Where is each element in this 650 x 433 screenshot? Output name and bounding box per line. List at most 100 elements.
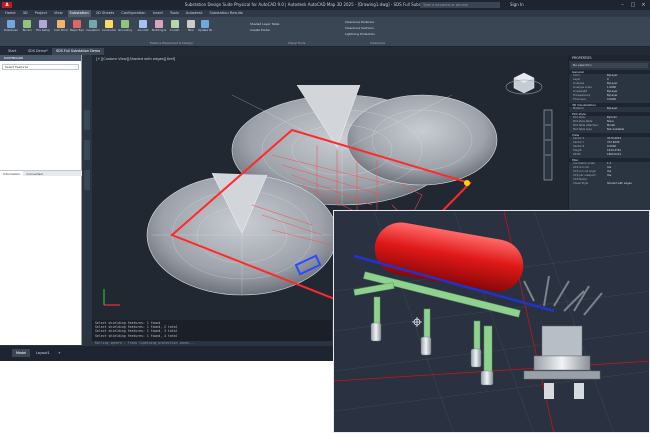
ribbon-button-icon (171, 20, 179, 28)
app-logo-icon[interactable]: A (2, 2, 12, 8)
ribbon-button-label: Conduit (137, 29, 149, 32)
ribbon-button[interactable]: Building & Security (152, 20, 166, 38)
ribbon-button[interactable]: Conduit (136, 20, 150, 38)
ribbon-button[interactable]: Update Model (198, 20, 212, 38)
ribbon-tab[interactable]: Project (33, 10, 49, 17)
selection-dropdown[interactable]: No selection (571, 63, 648, 68)
shaded-layer-table-button[interactable]: Shaded Layer Table (250, 22, 279, 26)
ribbon-button-icon (57, 20, 65, 28)
ribbon-tab[interactable]: Insert (151, 10, 165, 17)
dashboard-tabs: Information Connected (0, 170, 82, 176)
command-history-line: Select shielding features: 1 found, 4 to… (95, 333, 178, 338)
detail-3d-view (333, 210, 650, 433)
viewport-controls-label[interactable]: [+][Custom View][Shaded with edges][Xref… (96, 57, 175, 61)
sign-in-link[interactable]: Sign In (510, 0, 524, 10)
ribbon-button-label: Insulators & Hardware (86, 29, 100, 32)
property-row[interactable]: Material ByLayer (569, 107, 650, 111)
ribbon-button-icon (187, 20, 195, 28)
property-name: Visual Style (573, 182, 589, 185)
vertical-palette-tabs (83, 100, 91, 300)
property-row[interactable]: Visual Style Shaded with edges (569, 182, 650, 186)
ribbon-button-label: Civil Structural (54, 29, 68, 32)
ribbon-button-icon (23, 20, 31, 28)
ribbon-button[interactable]: Grounding & Shielding (118, 20, 132, 38)
lightning-protection-button[interactable]: Lightning Protection (345, 32, 375, 36)
property-value[interactable]: Not available (607, 128, 650, 132)
palette-tab[interactable] (84, 140, 90, 160)
ribbon-tab[interactable]: Home (3, 10, 18, 17)
ribbon-button[interactable]: Constr. (168, 20, 182, 38)
palette-tab[interactable] (84, 110, 90, 130)
property-row[interactable]: Plot table type Not available (569, 128, 650, 132)
tab-information[interactable]: Information (0, 171, 24, 176)
ribbon-button-label: Major Equipment (70, 29, 84, 32)
property-value[interactable]: 1869.0212 (607, 153, 650, 157)
ribbon-button[interactable]: Terrain (20, 20, 34, 38)
file-tab-full-substation[interactable]: SDS Full Substation Demo (52, 48, 105, 55)
clearance-distance-button[interactable]: Clearance Distance (345, 20, 374, 24)
ribbon-button[interactable]: Misc (184, 20, 198, 38)
ribbon-tab[interactable]: Substation Results (208, 10, 245, 17)
property-name: Plot table type (573, 128, 592, 131)
tab-connected[interactable]: Connected (23, 171, 45, 176)
search-input[interactable]: Type a keyword or phrase (420, 2, 500, 8)
property-value[interactable]: Shaded with edges (607, 182, 650, 186)
create-folder-button[interactable]: Create Folder (250, 28, 270, 32)
ribbon-button[interactable]: Conductors & Connectors (102, 20, 116, 38)
ucs-icon (103, 289, 120, 306)
minimize-icon[interactable]: – (618, 0, 627, 10)
ribbon-button-label: Misc (187, 29, 195, 32)
property-row[interactable]: Thickness 0.0000 (569, 98, 650, 102)
ribbon-tab[interactable]: Tools (168, 10, 181, 17)
palette-tab[interactable] (84, 170, 90, 190)
lightning-zone-dome (346, 94, 498, 186)
ribbon-button-label: Building & Security (152, 29, 166, 32)
ribbon-tab[interactable]: 3D (21, 10, 30, 17)
close-icon[interactable]: × (639, 0, 648, 10)
ribbon-button[interactable]: Dashboard (4, 20, 18, 38)
property-row[interactable]: Width 1869.0212 (569, 153, 650, 157)
property-value[interactable]: 0.0000 (607, 98, 650, 102)
select-features-dropdown[interactable]: Select Features (2, 64, 79, 70)
file-tab-start[interactable]: Start (4, 48, 20, 55)
ribbon-tab[interactable]: Substation (67, 10, 91, 17)
file-tab-demo[interactable]: SDS Demo* (24, 48, 52, 55)
ribbon-button[interactable]: File Setup (36, 20, 50, 38)
ribbon-button[interactable]: Major Equipment (70, 20, 84, 38)
ribbon-tab[interactable]: 2D Sheets (94, 10, 116, 17)
clearance-sections-button[interactable]: Clearance Sections (345, 26, 374, 30)
ribbon-button[interactable]: Civil Structural (54, 20, 68, 38)
layout-tab[interactable]: Layout1 (32, 349, 54, 357)
ribbon-button-label: File Setup (36, 29, 50, 32)
ribbon-button-icon (121, 20, 129, 28)
model-tab[interactable]: Model (12, 349, 31, 357)
property-value[interactable]: ByLayer (607, 107, 650, 111)
properties-title: PROPERTIES (569, 55, 650, 61)
add-layout-icon[interactable]: + (54, 349, 65, 357)
properties-list: General Color ByLayer Layer 0 Linetype ByLayer… (569, 70, 650, 186)
ribbon-button-label: Grounding & Shielding (118, 29, 132, 32)
ribbon-button-label: Update Model (198, 29, 212, 32)
selected-grip[interactable] (464, 180, 470, 186)
ribbon-button-icon (201, 20, 209, 28)
ribbon-panel-title: Clearance (370, 41, 386, 45)
ribbon-button-label: Terrain (22, 29, 32, 32)
ribbon-panel-title: Visual Tools (288, 41, 306, 45)
ribbon-button-icon (139, 20, 147, 28)
ribbon-panel-title: Feature Placement & Design (150, 41, 193, 45)
ribbon-button-icon (7, 20, 15, 28)
ribbon-tab[interactable]: Autodesk (184, 10, 205, 17)
ribbon-button-icon (105, 20, 113, 28)
navigation-bar[interactable] (543, 109, 553, 181)
ribbon-tab[interactable]: View (52, 10, 65, 17)
maximize-icon[interactable]: □ (629, 0, 638, 10)
move-cursor-icon (412, 317, 422, 327)
ribbon-button-icon (39, 20, 47, 28)
dashboard-panel: DASHBOARD Select Features Information Co… (0, 55, 82, 345)
file-tabs: Start SDS Demo* SDS Full Substation Demo (0, 47, 650, 55)
ribbon-button[interactable]: Insulators & Hardware (86, 20, 100, 38)
window-controls: – □ × (618, 0, 648, 10)
ribbon-tab[interactable]: Configuration (119, 10, 147, 17)
ribbon-panel: Feature Placement & Design Visual Tools … (0, 17, 650, 47)
viewcube[interactable] (505, 72, 543, 95)
